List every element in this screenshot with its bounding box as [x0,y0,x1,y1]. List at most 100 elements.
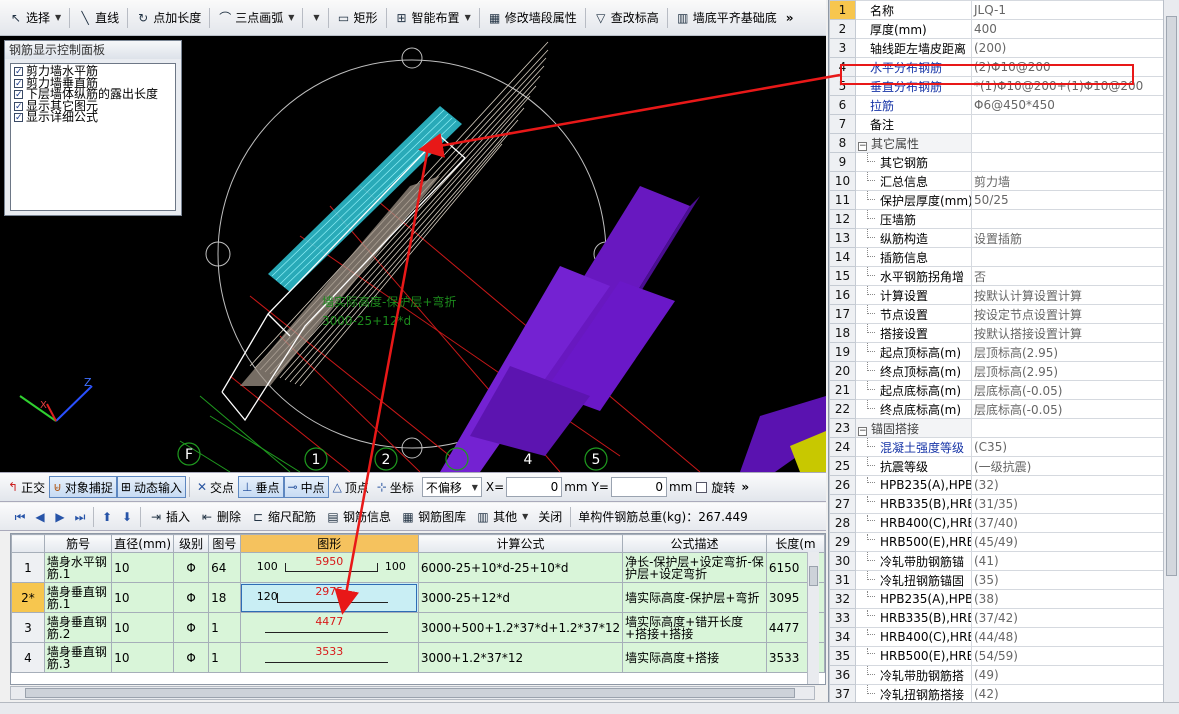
property-row[interactable]: 18 搭接设置 按默认搭接设置计算 [829,323,1163,343]
midpoint-snap[interactable]: ⊸ 中点 [283,476,329,498]
move-down-icon[interactable]: ⬇ [117,507,137,527]
property-value[interactable]: 400 [971,19,1163,39]
property-row[interactable]: 21 起点底标高(m) 层底标高(-0.05) [829,380,1163,400]
property-row[interactable]: 8− 其它属性 [829,133,1163,153]
checkbox[interactable]: ✓ [14,67,23,77]
bar-name-cell[interactable]: 墙身水平钢筋.1 [43,552,113,583]
toolbar-more-button[interactable]: » [786,11,794,25]
property-value[interactable]: (54/59) [971,646,1163,666]
insert-button[interactable]: ⇥ 插入 [144,506,195,528]
property-value[interactable]: 50/25 [971,190,1163,210]
property-row[interactable]: 13 纵筋构造 设置插筋 [829,228,1163,248]
bar-name-cell[interactable]: 墙身垂直钢筋.3 [43,642,113,673]
property-value[interactable]: Φ6@450*450 [971,95,1163,115]
column-header[interactable]: 筋号 [43,534,113,553]
row-number[interactable]: 3 [11,612,45,643]
property-row[interactable]: 11 保护层厚度(mm) 50/25 [829,190,1163,210]
property-row[interactable]: 2 厚度(mm) 400 [829,19,1163,39]
next-record-icon[interactable]: ▶ [50,507,70,527]
toolbar-button-8[interactable]: ▽ 查改标高 [589,7,664,29]
shape-cell[interactable]: 120 2975 [239,582,419,613]
grade-cell[interactable]: Φ [173,642,210,673]
property-value[interactable]: (200) [971,38,1163,58]
property-row[interactable]: 33HRB335(B),HRB3(37/42) [829,608,1163,628]
property-value[interactable] [971,418,1163,438]
collapse-icon[interactable]: − [858,426,867,436]
coordinate-snap[interactable]: ⊹ 坐标 [373,476,418,498]
property-row[interactable]: 26 HPB235(A),HPB3 (32) [829,475,1163,495]
x-coordinate-input[interactable]: 0 [506,477,563,497]
figure-number-cell[interactable]: 1 [208,612,241,643]
property-row[interactable]: 35HRB500(E),HRB5(54/59) [829,646,1163,666]
property-value[interactable]: 层底标高(-0.05) [971,380,1163,400]
property-row[interactable]: 15 水平钢筋拐角增否 [829,266,1163,286]
column-header[interactable]: 图号 [208,534,241,553]
property-value[interactable]: 层顶标高(2.95) [971,342,1163,362]
property-value[interactable]: 层底标高(-0.05) [971,399,1163,419]
toolbar-button-3[interactable]: ⌒ 三点画弧 ▼ [213,7,299,29]
formula-cell[interactable]: 3000+1.2*37*12 [417,642,624,673]
shape-cell[interactable]: 3533 [239,642,419,673]
property-value[interactable] [971,152,1163,172]
property-value[interactable]: (42) [971,684,1163,704]
grade-cell[interactable]: Φ [173,552,210,583]
property-row[interactable]: 27HRB335(B),HRB3(31/35) [829,494,1163,514]
property-value[interactable]: 按默认搭接设置计算 [971,323,1163,343]
more-button[interactable]: » [741,480,749,494]
column-header[interactable]: 公式描述 [622,534,767,553]
property-row[interactable]: 16 计算设置 按默认计算设置计算 [829,285,1163,305]
delete-button[interactable]: ⇤ 删除 [195,506,246,528]
property-row[interactable]: 34HRB400(C),HRB4(44/48) [829,627,1163,647]
property-row[interactable]: 10 汇总信息 剪力墙 [829,171,1163,191]
diameter-cell[interactable]: 10 [111,582,175,613]
column-header[interactable]: 级别 [173,534,210,553]
description-cell[interactable]: 墙实际高度+错开长度+搭接+搭接 [622,612,767,643]
diameter-cell[interactable]: 10 [111,612,175,643]
property-row[interactable]: 29HRB500(E),HRB5(45/49) [829,532,1163,552]
property-value[interactable] [971,209,1163,229]
property-row[interactable]: 3 轴线距左墙皮距离 (200) [829,38,1163,58]
property-value[interactable]: (41) [971,551,1163,571]
property-value[interactable]: 否 [971,266,1163,286]
figure-number-cell[interactable]: 1 [208,642,241,673]
property-value[interactable]: (45/49) [971,532,1163,552]
property-row[interactable]: 9 其它钢筋 [829,152,1163,172]
description-cell[interactable]: 墙实际高度+搭接 [622,642,767,673]
toolbar-button-0[interactable]: ↖ 选择 ▼ [4,7,66,29]
shape-cell[interactable]: 4477 [239,612,419,643]
bar-name-cell[interactable]: 墙身垂直钢筋.1 [43,582,113,613]
other-menu-button[interactable]: ▥ 其他 ▼ [471,506,533,528]
property-value[interactable]: (37/42) [971,608,1163,628]
property-value[interactable]: (31/35) [971,494,1163,514]
property-value[interactable]: 设置插筋 [971,228,1163,248]
checkbox[interactable]: ✓ [14,78,23,88]
scale-rebar-button[interactable]: ⊏ 缩尺配筋 [246,506,321,528]
rebar-library-button[interactable]: ▦ 钢筋图库 [396,506,471,528]
object-snap-toggle[interactable]: ⊌ 对象捕捉 [49,476,117,498]
property-value[interactable]: 按设定节点设置计算 [971,304,1163,324]
property-row[interactable]: 37 冷轧扭钢筋搭接 (42) [829,684,1163,704]
panel-option[interactable]: ✓ 显示详细公式 [14,111,172,124]
property-row[interactable]: 20 终点顶标高(m) 层顶标高(2.95) [829,361,1163,381]
toolbar-dropdown-4[interactable]: ▼ [306,7,324,29]
checkbox[interactable]: ✓ [14,113,23,123]
property-row[interactable]: 22 终点底标高(m) 层底标高(-0.05) [829,399,1163,419]
toolbar-button-9[interactable]: ▥ 墙底平齐基础底 [671,7,782,29]
figure-number-cell[interactable]: 18 [208,582,241,613]
property-value[interactable]: 剪力墙 [971,171,1163,191]
table-row[interactable]: 1 墙身水平钢筋.1 10 Φ 64 100 5950 100 6000-25+10*d-25+… [11,552,825,583]
rotate-checkbox[interactable] [696,481,708,493]
description-cell[interactable]: 净长-保护层+设定弯折-保护层+设定弯折 [622,552,767,583]
grade-cell[interactable]: Φ [173,612,210,643]
property-value[interactable]: (44/48) [971,627,1163,647]
toolbar-button-2[interactable]: ↻ 点加长度 [131,7,206,29]
toolbar-button-1[interactable]: ╲ 直线 [73,7,124,29]
description-cell[interactable]: 墙实际高度-保护层+弯折 [622,582,767,613]
property-value[interactable]: 层顶标高(2.95) [971,361,1163,381]
column-header[interactable]: 图形 [239,534,419,553]
property-row[interactable]: 6 拉筋 Φ6@450*450 [829,95,1163,115]
toolbar-button-7[interactable]: ▦ 修改墙段属性 [483,7,582,29]
table-horizontal-scrollbar[interactable] [10,686,815,700]
formula-cell[interactable]: 3000-25+12*d [417,582,624,613]
property-row[interactable]: 23− 锚固搭接 [829,418,1163,438]
